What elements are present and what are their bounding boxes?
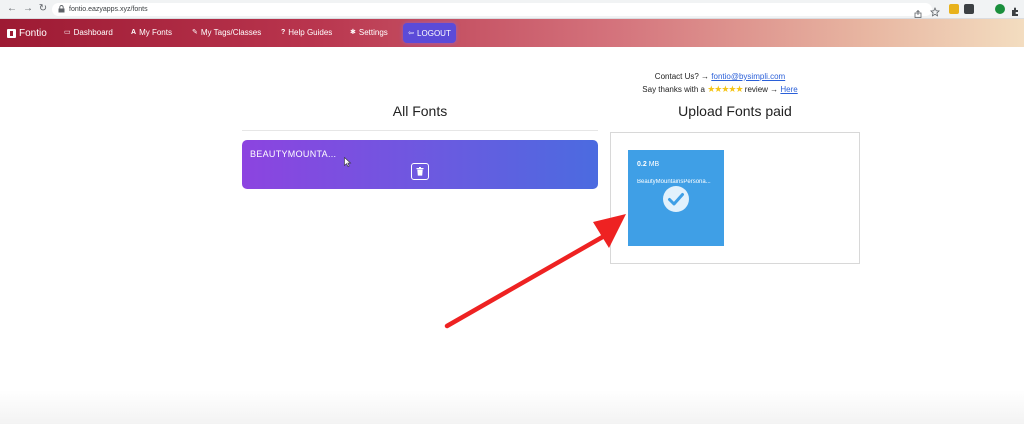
annotation-arrow-icon bbox=[444, 214, 626, 329]
page-footer-shade bbox=[0, 390, 1024, 424]
page: ← → ↻ fontio.eazyapps.xyz/fonts Fontio ▭… bbox=[0, 0, 1024, 424]
